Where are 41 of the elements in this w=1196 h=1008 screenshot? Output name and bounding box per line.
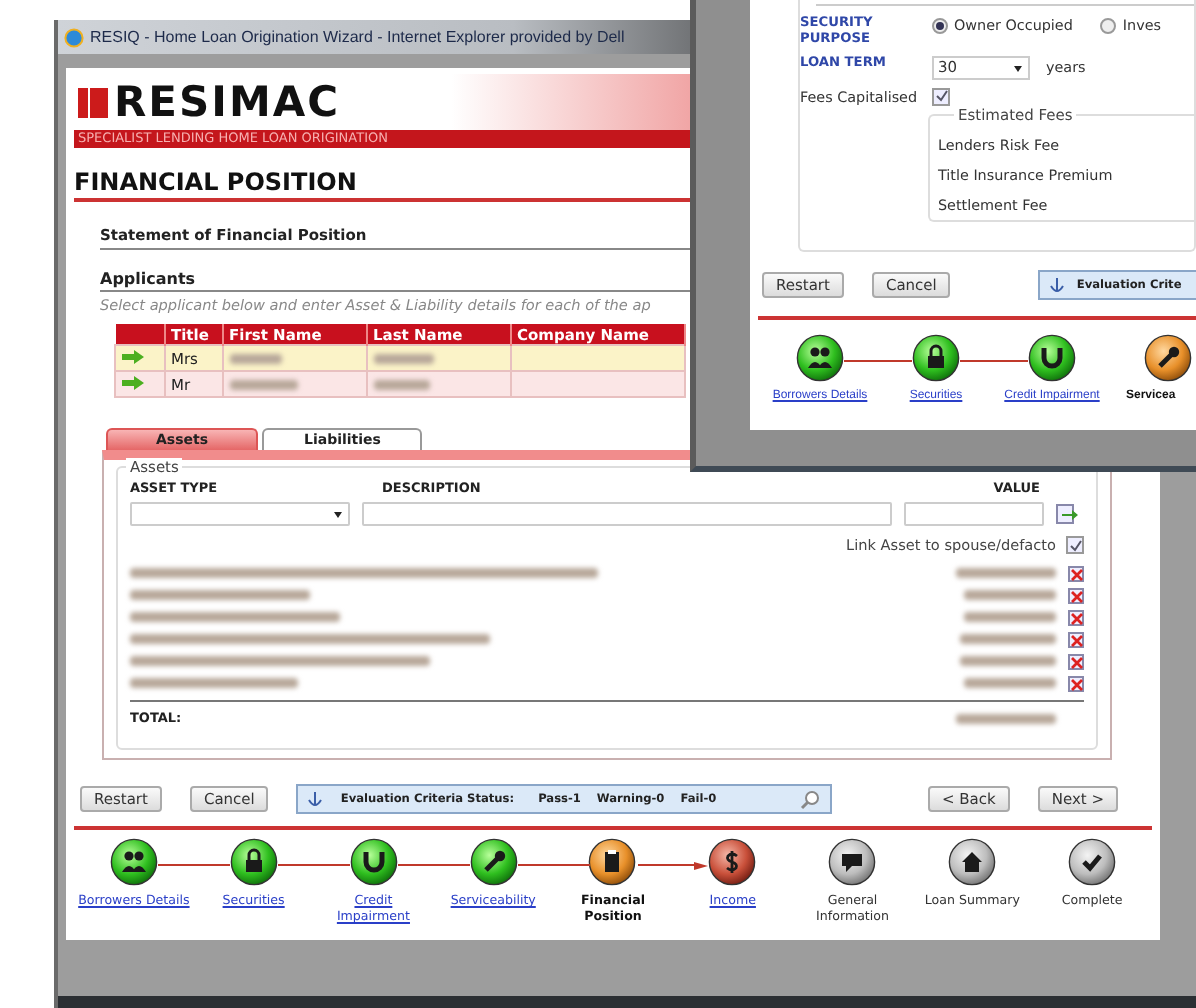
anchor-icon (1048, 276, 1067, 294)
clipboard-icon[interactable] (588, 838, 637, 886)
delete-icon[interactable] (1068, 675, 1084, 691)
connector-line (397, 860, 470, 870)
add-icon[interactable] (1056, 504, 1078, 524)
lock-icon[interactable] (229, 838, 278, 886)
delete-icon[interactable] (1068, 631, 1084, 647)
logo: RESIMAC (78, 81, 341, 123)
checkmark-icon[interactable] (1068, 838, 1117, 886)
checkbox[interactable] (932, 87, 950, 106)
horseshoe-icon[interactable] (349, 838, 398, 886)
people-icon[interactable] (109, 838, 158, 886)
people-icon[interactable] (796, 334, 844, 382)
value-field[interactable] (904, 502, 1044, 526)
delete-icon[interactable] (1068, 587, 1084, 603)
connector-line (517, 860, 589, 870)
house-icon[interactable] (948, 838, 997, 886)
horseshoe-icon[interactable] (1028, 334, 1076, 382)
connector-line (960, 356, 1028, 366)
radio-button[interactable] (932, 17, 948, 33)
wrench-icon[interactable] (469, 838, 518, 886)
connector-line (157, 860, 230, 870)
window-title: RESIQ - Home Loan Origination Wizard - Internet Explorer provided by Dell (90, 28, 625, 46)
radio-button[interactable] (1100, 17, 1117, 33)
delete-icon[interactable] (1068, 565, 1084, 581)
delete-icon[interactable] (1068, 609, 1084, 625)
lock-icon[interactable] (912, 334, 960, 382)
globe-icon (64, 27, 84, 47)
speech-bubble-icon[interactable] (828, 838, 877, 886)
table-header (115, 324, 164, 345)
connector-line (844, 356, 912, 366)
arrow-icon (122, 375, 144, 389)
search-icon[interactable] (800, 789, 823, 809)
connector-line (277, 860, 350, 870)
checkbox[interactable] (1066, 536, 1084, 554)
dollar-icon[interactable] (708, 838, 757, 886)
description-field[interactable] (362, 502, 892, 526)
wrench-icon[interactable] (1144, 334, 1192, 382)
anchor-icon (306, 790, 325, 808)
delete-icon[interactable] (1068, 653, 1084, 669)
arrow-icon (122, 349, 144, 363)
